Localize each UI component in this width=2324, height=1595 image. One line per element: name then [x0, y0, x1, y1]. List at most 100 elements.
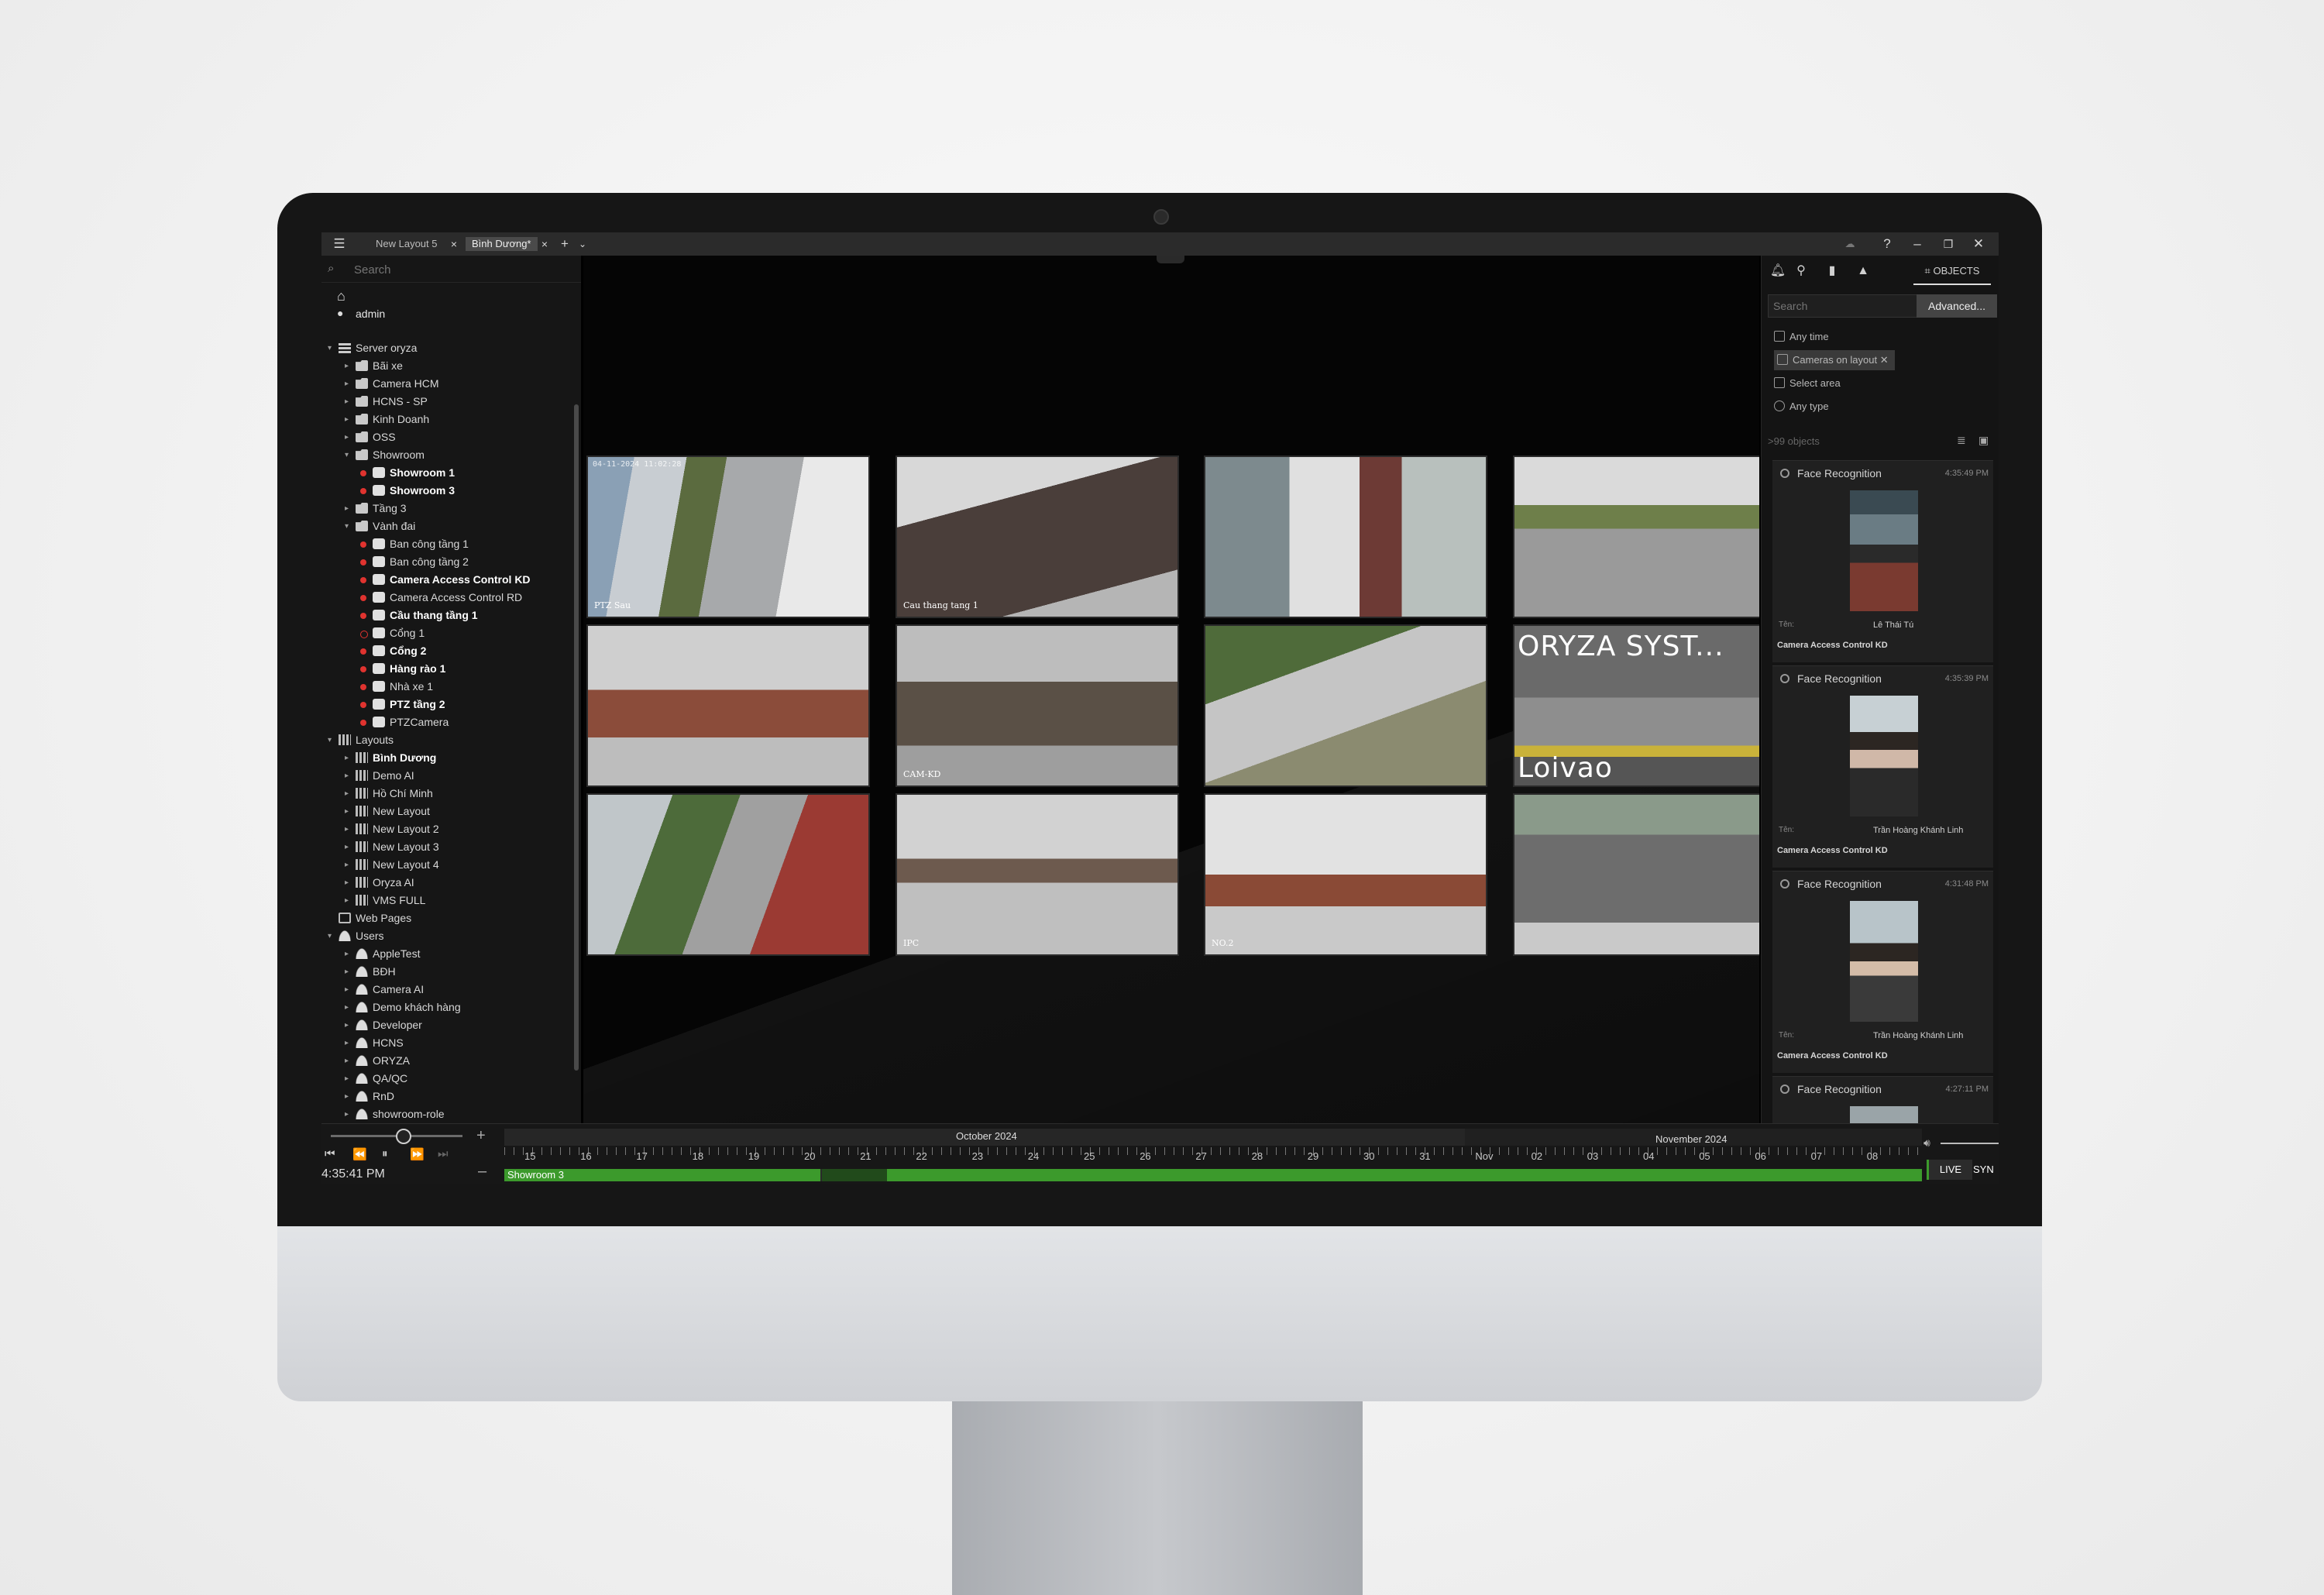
tree-item[interactable]: Nhà xe 1	[321, 678, 569, 696]
bookmark-icon[interactable]: ▮	[1822, 259, 1842, 284]
chevron-right-icon[interactable]: ▸	[345, 749, 349, 767]
warning-icon[interactable]: ▲	[1853, 259, 1873, 284]
chevron-right-icon[interactable]: ▸	[345, 999, 349, 1016]
chevron-right-icon[interactable]: ▸	[345, 393, 349, 411]
chevron-right-icon[interactable]: ▸	[345, 1052, 349, 1070]
chevron-right-icon[interactable]: ▸	[345, 767, 349, 785]
chevron-down-icon[interactable]: ▾	[328, 927, 332, 945]
chevron-down-icon[interactable]: ⌄	[572, 235, 593, 253]
chevron-down-icon[interactable]: ▾	[328, 731, 332, 749]
close-window-icon[interactable]: ✕	[1968, 235, 1989, 253]
tree-item[interactable]: ▸ New Layout	[321, 803, 569, 820]
tree-item[interactable]: ▸ Hồ Chí Minh	[321, 785, 569, 803]
current-user[interactable]: admin	[356, 308, 385, 320]
bell-icon[interactable]: 🔔︎	[1768, 259, 1788, 284]
tree-item[interactable]: ▸ Bình Dương	[321, 749, 569, 767]
camera-tile[interactable]: IPC	[896, 793, 1179, 956]
tree-item[interactable]: PTZ tầng 2	[321, 696, 569, 713]
chevron-right-icon[interactable]: ▸	[345, 820, 349, 838]
camera-tile[interactable]: 04-11-2024 11:02:28 PTZ Sau	[586, 455, 870, 618]
tree-item[interactable]: Camera Access Control RD	[321, 589, 569, 607]
object-search-input[interactable]	[1768, 294, 1918, 318]
chevron-right-icon[interactable]: ▸	[345, 428, 349, 446]
chevron-right-icon[interactable]: ▸	[345, 1088, 349, 1105]
tree-item[interactable]: Cổng 2	[321, 642, 569, 660]
chevron-right-icon[interactable]: ▸	[345, 375, 349, 393]
tree-item[interactable]: ▸ ORYZA	[321, 1052, 569, 1070]
minimize-icon[interactable]: –	[1907, 235, 1927, 253]
chevron-right-icon[interactable]: ▸	[345, 945, 349, 963]
chevron-right-icon[interactable]: ▸	[345, 981, 349, 999]
tree-item[interactable]: Cổng 1	[321, 624, 569, 642]
tree-item[interactable]: ▸ BĐH	[321, 963, 569, 981]
tree-item[interactable]: Ban công tầng 1	[321, 535, 569, 553]
chevron-right-icon[interactable]: ▸	[345, 1105, 349, 1123]
tree-item[interactable]: ▾ Users	[321, 927, 569, 945]
tree-item[interactable]: PTZCamera	[321, 713, 569, 731]
forward-icon[interactable]: ⏩	[410, 1147, 425, 1161]
camera-tile[interactable]	[1513, 455, 1759, 618]
camera-tile[interactable]: NO.2	[1204, 793, 1487, 956]
tree-item[interactable]: ▸ Oryza AI	[321, 874, 569, 892]
event-card[interactable]: Face Recognition 4:35:49 PM Tên: Lê Thái Tú…	[1772, 460, 1993, 662]
tree-item[interactable]: ▸ showroom-role	[321, 1105, 569, 1123]
tree-item[interactable]: ▸ QA/QC	[321, 1070, 569, 1088]
close-icon[interactable]: ✕	[1880, 354, 1889, 366]
recording-chunk[interactable]	[887, 1169, 1922, 1181]
tree-item[interactable]: ▾ Showroom	[321, 446, 569, 464]
face-snapshot[interactable]	[1850, 490, 1918, 611]
tree-item[interactable]: ▸ Bãi xe	[321, 357, 569, 375]
tab-binh-duong[interactable]: Bình Dương*	[466, 237, 538, 251]
tree-scrollbar[interactable]	[574, 404, 579, 1071]
live-button[interactable]: LIVE	[1927, 1160, 1972, 1180]
chevron-right-icon[interactable]: ▸	[345, 1034, 349, 1052]
filter-any-type[interactable]: Any type	[1774, 397, 1829, 417]
tree-item[interactable]: ▾ Vành đai	[321, 517, 569, 535]
advanced-button[interactable]: Advanced...	[1917, 294, 1997, 318]
tree-item[interactable]: ▸ Camera AI	[321, 981, 569, 999]
camera-tile[interactable]	[1204, 455, 1487, 618]
camera-tile[interactable]	[586, 624, 870, 787]
sync-button[interactable]: SYN	[1973, 1160, 1999, 1180]
chevron-right-icon[interactable]: ▸	[345, 411, 349, 428]
tree-item[interactable]: ▾ Server oryza	[321, 339, 569, 357]
help-icon[interactable]: ?	[1877, 235, 1897, 253]
tree-item[interactable]: Showroom 3	[321, 482, 569, 500]
volume-slider[interactable]	[1941, 1143, 1999, 1144]
tree-item[interactable]: Ban công tầng 2	[321, 553, 569, 571]
tree-item[interactable]: ▾ Layouts	[321, 731, 569, 749]
tree-item[interactable]: Web Pages	[321, 909, 569, 927]
camera-tile[interactable]	[586, 793, 870, 956]
filter-any-time[interactable]: Any time	[1774, 327, 1829, 347]
volume-icon[interactable]: 🔊︎	[1923, 1136, 1930, 1150]
chevron-right-icon[interactable]: ▸	[345, 1070, 349, 1088]
tree-item[interactable]: Showroom 1	[321, 464, 569, 482]
pause-icon[interactable]: ⏸	[382, 1147, 388, 1160]
skip-back-icon[interactable]: ⏮	[325, 1147, 335, 1160]
camera-tile[interactable]	[1204, 624, 1487, 787]
tree-item[interactable]: Camera Access Control KD	[321, 571, 569, 589]
cloud-icon[interactable]: ☁	[1840, 235, 1860, 253]
home-icon[interactable]: ⌂	[337, 288, 346, 304]
camera-tile[interactable]: Cau thang tang 1	[896, 455, 1179, 618]
chevron-down-icon[interactable]: ▾	[328, 339, 332, 357]
camera-tile[interactable]: CAM-KD	[896, 624, 1179, 787]
filter-cameras-on-layout[interactable]: Cameras on layout ✕	[1774, 350, 1895, 370]
tree-item[interactable]: ▸ RnD	[321, 1088, 569, 1105]
collapse-top-handle[interactable]	[1157, 256, 1184, 263]
list-view-icon[interactable]: ≣	[1957, 434, 1966, 447]
zoom-in-icon[interactable]: +	[476, 1127, 486, 1145]
tab-objects[interactable]: ⌗ OBJECTS	[1913, 259, 1991, 285]
tree-item[interactable]: ▸ Demo khách hàng	[321, 999, 569, 1016]
event-card[interactable]: Face Recognition 4:35:39 PM Tên: Trần Hoàng…	[1772, 665, 1993, 868]
tree-item[interactable]: ▸ Camera HCM	[321, 375, 569, 393]
chevron-right-icon[interactable]: ▸	[345, 1016, 349, 1034]
tree-item[interactable]: ▸ AppleTest	[321, 945, 569, 963]
chevron-right-icon[interactable]: ▸	[345, 500, 349, 517]
face-snapshot[interactable]	[1850, 696, 1918, 816]
chevron-right-icon[interactable]: ▸	[345, 874, 349, 892]
event-card[interactable]: Face Recognition 4:31:48 PM Tên: Trần Hoàng…	[1772, 871, 1993, 1073]
face-snapshot[interactable]	[1850, 901, 1918, 1022]
chevron-right-icon[interactable]: ▸	[345, 892, 349, 909]
close-tab-icon[interactable]: ×	[444, 235, 464, 253]
